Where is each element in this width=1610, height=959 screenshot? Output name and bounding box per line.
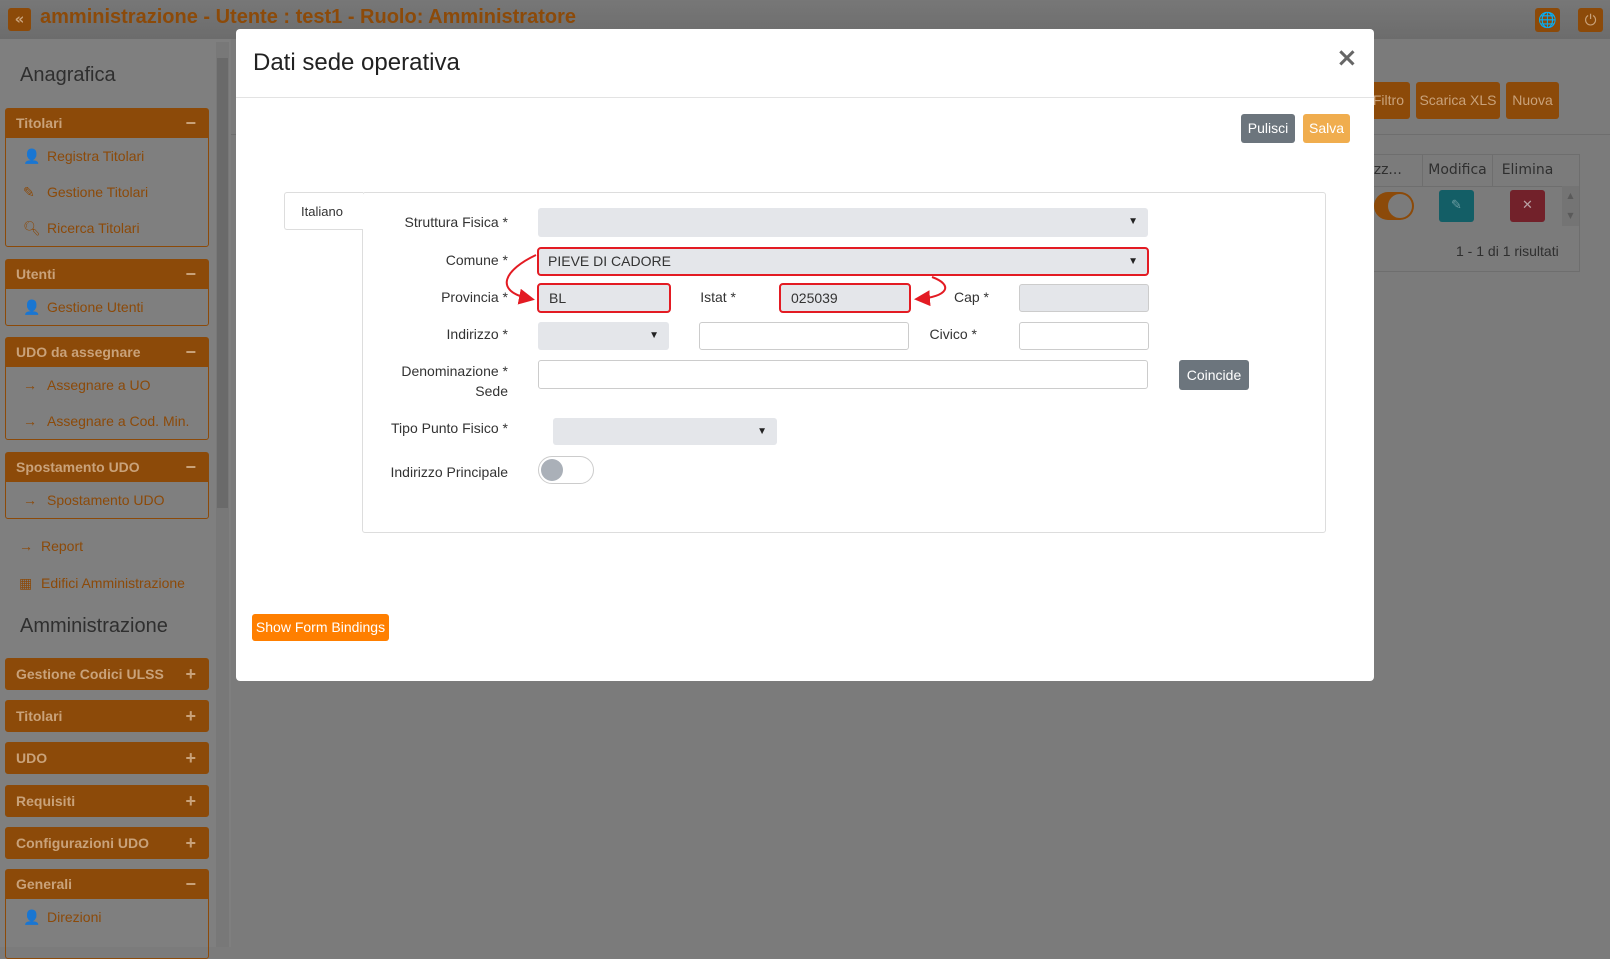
column-header[interactable]: Modifica [1422, 154, 1492, 186]
table-scrollbar[interactable]: ▲ ▼ [1562, 186, 1579, 226]
sidebar-item-ricerca-titolari[interactable]: 🔍︎ Ricerca Titolari [6, 210, 208, 246]
group-title: UDO [16, 750, 48, 766]
group-header[interactable]: UDO da assegnare − [6, 338, 208, 367]
arrow-right-icon: → [19, 538, 33, 554]
user-edit-icon: 👤 [23, 299, 41, 315]
results-count: 1 - 1 di 1 risultati [1456, 243, 1559, 259]
group-configurazioni-udo[interactable]: Configurazioni UDO + [5, 827, 209, 859]
sidebar-item-assegnare-uo[interactable]: → Assegnare a UO [6, 367, 208, 403]
user-edit-icon: 👤 [23, 909, 41, 925]
sidebar-link-report[interactable]: → Report [19, 538, 83, 554]
minus-icon[interactable]: − [185, 109, 196, 138]
nuova-button[interactable]: Nuova [1506, 82, 1559, 119]
user-edit-icon: 👤 [23, 148, 41, 164]
plus-icon[interactable]: + [185, 828, 196, 858]
group-udo-da-assegnare: UDO da assegnare − → Assegnare a UO → Asseg… [5, 337, 209, 440]
arrow-right-icon: → [23, 492, 37, 508]
sidebar-item-spostamento-udo[interactable]: → Spostamento UDO [6, 482, 208, 518]
modal-dati-sede-operativa: Dati sede operativa × Pulisci Salva Ital… [236, 29, 1374, 681]
column-header[interactable]: Elimina [1492, 154, 1562, 186]
sidebar-link-edifici[interactable]: ▦ Edifici Amministrazione [19, 575, 185, 592]
sidebar-item-gestione-utenti[interactable]: 👤 Gestione Utenti [6, 289, 208, 325]
group-spostamento-udo: Spostamento UDO − → Spostamento UDO [5, 452, 209, 519]
item-label: Gestione Titolari [47, 184, 149, 200]
arrow-right-icon: → [23, 377, 37, 393]
power-icon[interactable]: ⏻ [1578, 8, 1603, 32]
plus-icon[interactable]: + [185, 743, 196, 773]
group-title: Titolari [16, 708, 63, 724]
annotation-arrows [505, 254, 947, 307]
item-label: Ricerca Titolari [47, 220, 140, 236]
group-title: UDO da assegnare [16, 344, 141, 360]
group-titolari-admin[interactable]: Titolari + [5, 700, 209, 732]
minus-icon[interactable]: − [185, 338, 196, 367]
sidebar-item-direzioni[interactable]: 👤 Direzioni [6, 899, 208, 935]
minus-icon[interactable]: − [185, 453, 196, 482]
minus-icon[interactable]: − [185, 260, 196, 289]
plus-icon[interactable]: + [185, 659, 196, 689]
group-title: Spostamento UDO [16, 459, 140, 475]
item-label: Assegnare a UO [47, 377, 151, 393]
group-gestione-codici-ulss[interactable]: Gestione Codici ULSS + [5, 658, 209, 690]
group-title: Utenti [16, 266, 56, 282]
link-label: Edifici Amministrazione [41, 575, 185, 591]
group-utenti: Utenti − 👤 Gestione Utenti [5, 259, 209, 326]
item-label: Spostamento UDO [47, 492, 165, 508]
scarica-xls-button[interactable]: Scarica XLS [1416, 82, 1500, 119]
sidebar-item-registra-titolari[interactable]: 👤 Registra Titolari [6, 138, 208, 174]
item-label: Gestione Utenti [47, 299, 144, 315]
plus-icon[interactable]: + [185, 701, 196, 731]
row-toggle[interactable] [1374, 192, 1414, 220]
group-header[interactable]: Utenti − [6, 260, 208, 289]
globe-icon[interactable]: 🌐 [1535, 8, 1560, 32]
arrow-istat [914, 276, 947, 307]
sidebar-item-gestione-titolari[interactable]: ✎ Gestione Titolari [6, 174, 208, 210]
group-header[interactable]: Generali − [6, 870, 208, 899]
group-header[interactable]: Spostamento UDO − [6, 453, 208, 482]
edit-icon: ✎ [23, 184, 35, 200]
delete-icon[interactable]: ✕ [1510, 190, 1545, 222]
group-requisiti[interactable]: Requisiti + [5, 785, 209, 817]
group-titolari: Titolari − 👤 Registra Titolari ✎ Gestione T… [5, 108, 209, 247]
section-anagrafica: Anagrafica [20, 64, 116, 86]
collapse-sidebar-icon[interactable]: « [8, 8, 31, 31]
arrow-comune-to-provincia [505, 254, 537, 305]
sidebar-item-assegnare-cod-min[interactable]: → Assegnare a Cod. Min. [6, 403, 208, 439]
link-label: Report [41, 538, 84, 554]
app-title: amministrazione - Utente : test1 - Ruolo… [40, 6, 576, 28]
group-header[interactable]: Titolari − [6, 109, 208, 138]
group-generali: Generali − 👤 Direzioni [5, 869, 209, 959]
arrow-right-icon: → [23, 413, 37, 429]
minus-icon[interactable]: − [185, 870, 196, 899]
sidebar-scrollbar-thumb[interactable] [217, 58, 228, 508]
plus-icon[interactable]: + [185, 786, 196, 816]
group-udo[interactable]: UDO + [5, 742, 209, 774]
group-title: Requisiti [16, 793, 76, 809]
group-title: Gestione Codici ULSS [16, 666, 164, 682]
search-icon: 🔍︎ [23, 220, 41, 236]
group-title: Generali [16, 876, 73, 892]
group-title: Configurazioni UDO [16, 835, 149, 851]
item-label: Direzioni [47, 909, 102, 925]
show-form-bindings-button[interactable]: Show Form Bindings [252, 614, 389, 641]
edit-icon[interactable]: ✎ [1439, 190, 1474, 222]
item-label: Assegnare a Cod. Min. [47, 413, 190, 429]
item-label: Registra Titolari [47, 148, 145, 164]
building-icon: ▦ [19, 575, 33, 591]
group-title: Titolari [16, 115, 63, 131]
section-amministrazione: Amministrazione [20, 615, 168, 637]
